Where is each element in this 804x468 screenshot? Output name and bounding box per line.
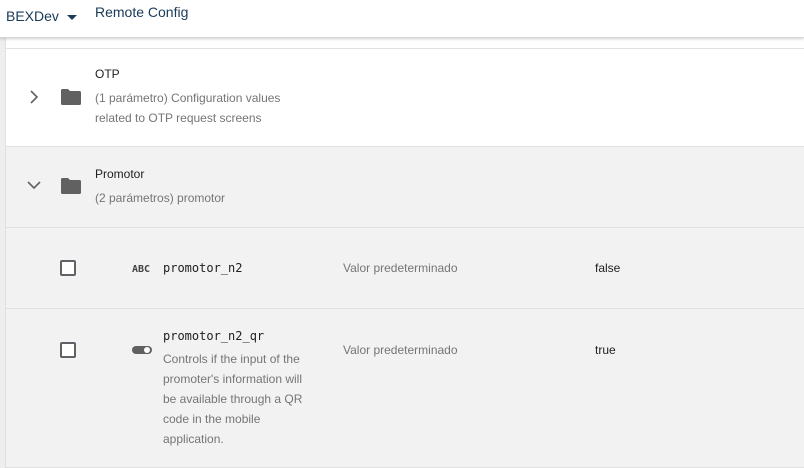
dropdown-caret-icon — [66, 14, 77, 20]
parameter-group-promotor[interactable]: Promotor (2 parámetros) promotor — [6, 147, 804, 228]
toggle-boolean-icon — [132, 343, 154, 361]
parameters-card: OTP (1 parámetro) Configuration values r… — [5, 37, 804, 468]
parameter-group-otp[interactable]: OTP (1 parámetro) Configuration values r… — [6, 49, 804, 147]
parameter-row-promotor-n2[interactable]: ABC promotor_n2 Valor predeterminado fal… — [6, 228, 804, 309]
description-line: promoter's information will — [163, 372, 303, 386]
description-line: be available through a QR — [163, 392, 303, 406]
group-description-line2: related to OTP request screens — [95, 111, 262, 125]
description-line: application. — [163, 432, 224, 446]
condition-label: Valor predeterminado — [343, 343, 458, 357]
row-checkbox[interactable] — [60, 260, 76, 276]
parameter-key: promotor_n2 — [163, 261, 243, 275]
group-name: Promotor — [95, 167, 145, 181]
folder-icon — [61, 89, 81, 105]
project-selector[interactable]: BEXDev — [6, 6, 77, 26]
parameter-description: Controls if the input of the promoter's … — [163, 349, 328, 449]
condition-label: Valor predeterminado — [343, 261, 458, 275]
page-title: Remote Config — [95, 4, 189, 20]
group-description: (2 parámetros) promotor — [95, 191, 226, 205]
chevron-down-icon[interactable] — [26, 177, 42, 193]
description-line: Controls if the input of the — [163, 352, 300, 366]
group-name: OTP — [95, 67, 120, 81]
parameter-row-promotor-n2-qr[interactable]: promotor_n2_qr Controls if the input of … — [6, 309, 804, 468]
group-description-line1: (1 parámetro) Configuration values — [95, 91, 281, 105]
top-app-bar: BEXDev Remote Config — [0, 0, 804, 38]
abc-icon-text: ABC — [132, 264, 150, 274]
chevron-right-icon[interactable] — [26, 89, 42, 105]
parameter-value[interactable]: true — [595, 343, 616, 357]
abc-string-icon: ABC — [132, 261, 154, 279]
row-checkbox[interactable] — [60, 342, 76, 358]
card-top-spacer — [6, 37, 804, 49]
parameter-value[interactable]: false — [595, 261, 620, 275]
description-line: code in the mobile — [163, 412, 261, 426]
folder-icon — [61, 178, 81, 194]
parameter-key: promotor_n2_qr — [163, 329, 265, 343]
project-name: BEXDev — [6, 8, 59, 24]
